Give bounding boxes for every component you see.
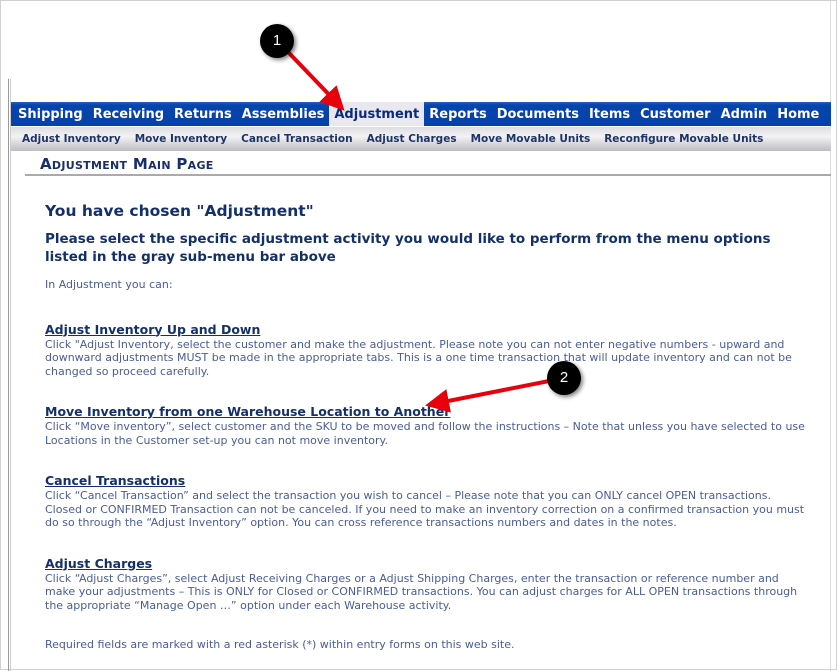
arrow-1 (287, 51, 345, 111)
arrow-2 (425, 379, 550, 413)
annotation-badge-1: 1 (260, 24, 294, 58)
annotation-arrows (287, 51, 550, 413)
annotation-badge-2: 2 (547, 361, 581, 395)
